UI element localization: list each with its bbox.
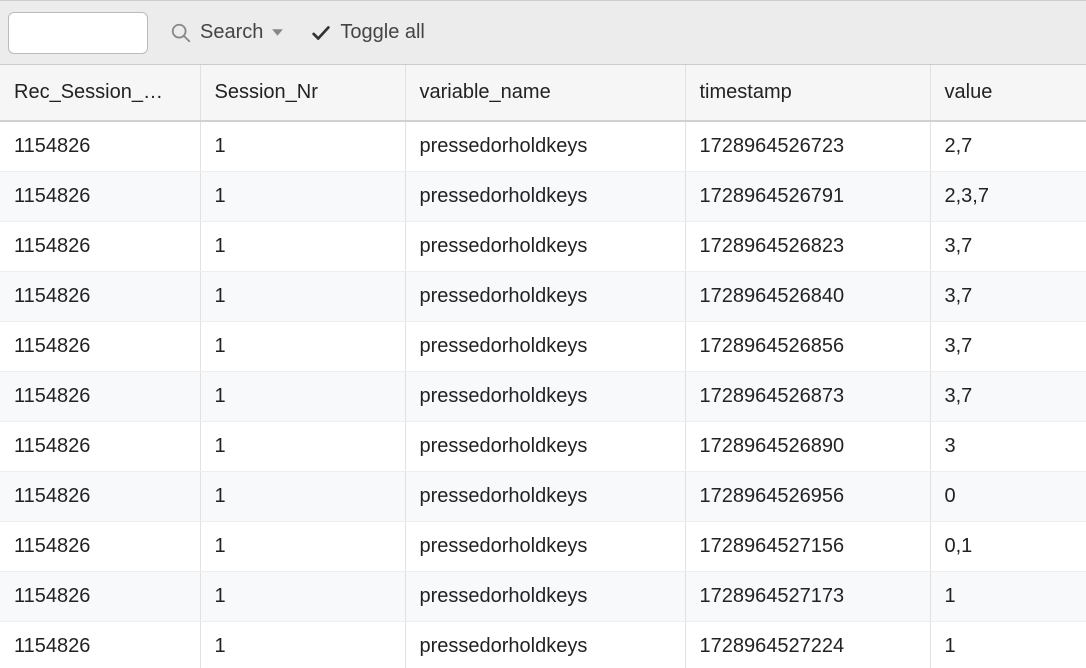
cell-rec-session: 1154826 <box>0 621 200 668</box>
table-row[interactable]: 11548261pressedorholdkeys17289645268563,… <box>0 321 1086 371</box>
column-header-rec-session[interactable]: Rec_Session_… <box>0 65 200 121</box>
cell-timestamp: 1728964527156 <box>685 521 930 571</box>
cell-value: 0,1 <box>930 521 1086 571</box>
cell-timestamp: 1728964526840 <box>685 271 930 321</box>
column-header-value[interactable]: value <box>930 65 1086 121</box>
cell-rec-session: 1154826 <box>0 521 200 571</box>
cell-session-nr: 1 <box>200 571 405 621</box>
cell-session-nr: 1 <box>200 621 405 668</box>
table-row[interactable]: 11548261pressedorholdkeys17289645268903 <box>0 421 1086 471</box>
toggle-all-label: Toggle all <box>340 21 425 44</box>
cell-rec-session: 1154826 <box>0 421 200 471</box>
search-input[interactable] <box>8 12 148 54</box>
cell-variable-name: pressedorholdkeys <box>405 271 685 321</box>
cell-session-nr: 1 <box>200 171 405 221</box>
cell-variable-name: pressedorholdkeys <box>405 321 685 371</box>
cell-session-nr: 1 <box>200 421 405 471</box>
cell-timestamp: 1728964526723 <box>685 121 930 171</box>
cell-rec-session: 1154826 <box>0 121 200 171</box>
cell-variable-name: pressedorholdkeys <box>405 121 685 171</box>
cell-session-nr: 1 <box>200 271 405 321</box>
table-row[interactable]: 11548261pressedorholdkeys17289645268733,… <box>0 371 1086 421</box>
toolbar: Search Toggle all <box>0 0 1086 65</box>
cell-value: 3,7 <box>930 221 1086 271</box>
cell-variable-name: pressedorholdkeys <box>405 571 685 621</box>
cell-variable-name: pressedorholdkeys <box>405 221 685 271</box>
cell-value: 2,3,7 <box>930 171 1086 221</box>
table-row[interactable]: 11548261pressedorholdkeys17289645268233,… <box>0 221 1086 271</box>
cell-timestamp: 1728964526873 <box>685 371 930 421</box>
check-icon <box>310 22 332 44</box>
cell-variable-name: pressedorholdkeys <box>405 621 685 668</box>
table-header-row: Rec_Session_… Session_Nr variable_name t… <box>0 65 1086 121</box>
cell-session-nr: 1 <box>200 321 405 371</box>
table-row[interactable]: 11548261pressedorholdkeys17289645267232,… <box>0 121 1086 171</box>
table-row[interactable]: 11548261pressedorholdkeys17289645271560,… <box>0 521 1086 571</box>
column-header-session-nr[interactable]: Session_Nr <box>200 65 405 121</box>
cell-timestamp: 1728964526791 <box>685 171 930 221</box>
cell-rec-session: 1154826 <box>0 221 200 271</box>
cell-rec-session: 1154826 <box>0 171 200 221</box>
table-row[interactable]: 11548261pressedorholdkeys17289645267912,… <box>0 171 1086 221</box>
cell-variable-name: pressedorholdkeys <box>405 171 685 221</box>
cell-value: 3,7 <box>930 371 1086 421</box>
cell-session-nr: 1 <box>200 371 405 421</box>
cell-rec-session: 1154826 <box>0 471 200 521</box>
table-row[interactable]: 11548261pressedorholdkeys17289645272241 <box>0 621 1086 668</box>
chevron-down-icon <box>271 26 284 39</box>
cell-session-nr: 1 <box>200 471 405 521</box>
search-button[interactable]: Search <box>166 15 288 50</box>
cell-variable-name: pressedorholdkeys <box>405 371 685 421</box>
table-row[interactable]: 11548261pressedorholdkeys17289645268403,… <box>0 271 1086 321</box>
column-header-variable-name[interactable]: variable_name <box>405 65 685 121</box>
table-row[interactable]: 11548261pressedorholdkeys17289645271731 <box>0 571 1086 621</box>
cell-rec-session: 1154826 <box>0 571 200 621</box>
table-scroll[interactable]: Rec_Session_… Session_Nr variable_name t… <box>0 65 1086 668</box>
search-button-label: Search <box>200 21 263 44</box>
cell-timestamp: 1728964526956 <box>685 471 930 521</box>
cell-value: 0 <box>930 471 1086 521</box>
cell-value: 3,7 <box>930 271 1086 321</box>
cell-value: 1 <box>930 621 1086 668</box>
cell-session-nr: 1 <box>200 221 405 271</box>
cell-rec-session: 1154826 <box>0 371 200 421</box>
cell-variable-name: pressedorholdkeys <box>405 421 685 471</box>
cell-value: 2,7 <box>930 121 1086 171</box>
search-icon <box>170 22 192 44</box>
toggle-all-button[interactable]: Toggle all <box>306 15 429 50</box>
cell-rec-session: 1154826 <box>0 271 200 321</box>
cell-value: 1 <box>930 571 1086 621</box>
cell-timestamp: 1728964527173 <box>685 571 930 621</box>
cell-variable-name: pressedorholdkeys <box>405 471 685 521</box>
cell-session-nr: 1 <box>200 121 405 171</box>
column-header-timestamp[interactable]: timestamp <box>685 65 930 121</box>
cell-rec-session: 1154826 <box>0 321 200 371</box>
cell-timestamp: 1728964526856 <box>685 321 930 371</box>
cell-value: 3,7 <box>930 321 1086 371</box>
cell-value: 3 <box>930 421 1086 471</box>
cell-session-nr: 1 <box>200 521 405 571</box>
cell-timestamp: 1728964526890 <box>685 421 930 471</box>
cell-timestamp: 1728964527224 <box>685 621 930 668</box>
data-table: Rec_Session_… Session_Nr variable_name t… <box>0 65 1086 668</box>
cell-variable-name: pressedorholdkeys <box>405 521 685 571</box>
table-row[interactable]: 11548261pressedorholdkeys17289645269560 <box>0 471 1086 521</box>
cell-timestamp: 1728964526823 <box>685 221 930 271</box>
